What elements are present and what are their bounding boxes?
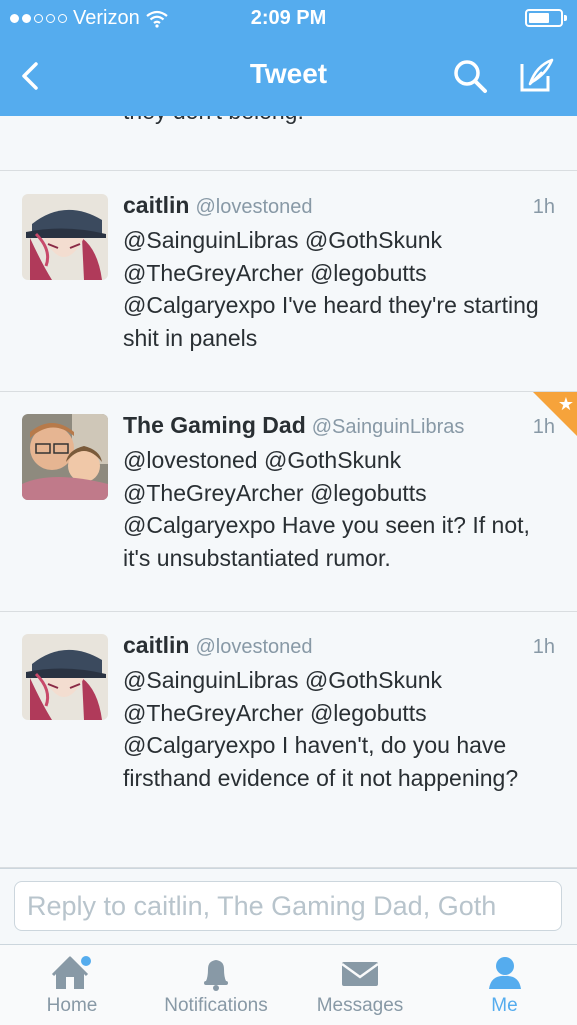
bell-icon: [204, 960, 228, 991]
person-icon: [488, 957, 521, 989]
reply-bar: Reply to caitlin, The Gaming Dad, Goth: [0, 868, 577, 945]
tweet-item[interactable]: caitlin @lovestoned 1h @SainguinLibras @G…: [0, 612, 577, 868]
tab-messages[interactable]: Messages: [288, 945, 432, 1025]
tab-label: Home: [46, 995, 98, 1016]
search-icon[interactable]: [450, 56, 490, 96]
compose-icon[interactable]: [516, 56, 556, 96]
tweet-text: @SainguinLibras @GothSkunk @TheGreyArche…: [123, 227, 539, 351]
page-title: Tweet: [249, 58, 328, 89]
status-time: 2:09 PM: [250, 7, 327, 29]
home-icon: [51, 956, 91, 989]
tab-label: Notifications: [164, 995, 268, 1016]
tab-label: Me: [491, 995, 518, 1016]
tab-bar: Home Notifications Messages Me: [0, 944, 577, 1025]
envelope-icon: [341, 962, 379, 986]
user-handle: @SainguinLibras: [311, 416, 465, 438]
tab-home[interactable]: Home: [0, 945, 144, 1025]
author-name[interactable]: caitlin @lovestoned: [123, 192, 313, 219]
user-handle: @lovestoned: [195, 196, 313, 218]
previous-tweet-text: they don't belong.: [123, 116, 304, 125]
tab-notifications[interactable]: Notifications: [144, 945, 288, 1025]
tweet-text: @SainguinLibras @GothSkunk @TheGreyArche…: [123, 667, 519, 791]
reply-input[interactable]: Reply to caitlin, The Gaming Dad, Goth: [14, 881, 562, 931]
user-handle: @lovestoned: [195, 636, 313, 658]
display-name: caitlin: [123, 632, 190, 658]
battery-icon: [525, 9, 567, 27]
status-bar: Verizon 2:09 PM: [0, 0, 577, 36]
tab-label: Messages: [316, 995, 404, 1016]
avatar[interactable]: [22, 194, 108, 280]
tweet-item[interactable]: caitlin @lovestoned 1h @SainguinLibras @G…: [0, 172, 577, 392]
previous-tweet[interactable]: they don't belong.: [0, 116, 577, 171]
timestamp: 1h: [532, 636, 555, 658]
display-name: caitlin: [123, 192, 190, 218]
tweet-thread[interactable]: they don't belong. caitlin@lovestoned 1h…: [0, 116, 577, 868]
nav-bar: Tweet: [0, 36, 577, 116]
author-name[interactable]: caitlin @lovestoned: [123, 632, 313, 659]
star-icon: ★: [557, 394, 574, 414]
tweet-text: @lovestoned @GothSkunk @TheGreyArcher @l…: [123, 447, 530, 571]
timestamp: 1h: [532, 416, 555, 438]
avatar[interactable]: [22, 634, 108, 720]
timestamp: 1h: [532, 196, 555, 218]
tweet-item[interactable]: ★ The Gaming Dad @SainguinLibras 1h @love…: [0, 392, 577, 612]
avatar[interactable]: [22, 414, 108, 500]
display-name: The Gaming Dad: [123, 412, 306, 438]
tab-me[interactable]: Me: [432, 945, 577, 1025]
author-name[interactable]: The Gaming Dad @SainguinLibras: [123, 412, 464, 439]
